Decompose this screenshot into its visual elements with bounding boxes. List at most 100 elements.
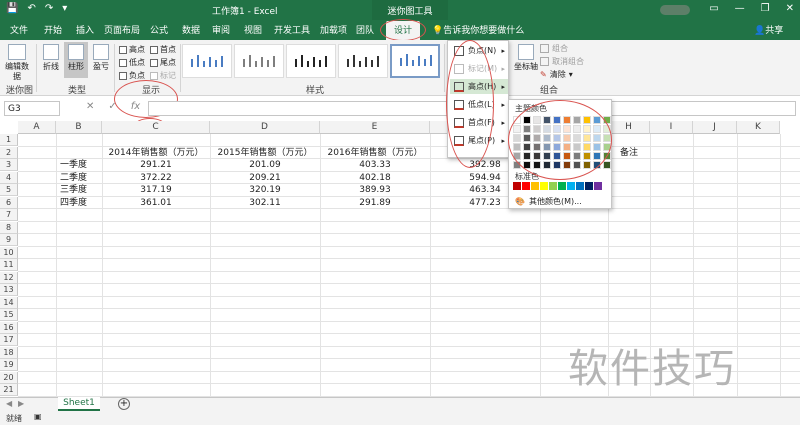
minimize-icon[interactable]: — xyxy=(735,3,745,14)
note-header-cell[interactable]: 备注 xyxy=(608,147,650,159)
standard-color-swatch[interactable] xyxy=(567,182,575,190)
column-header[interactable]: C xyxy=(102,121,210,134)
row-header[interactable]: 8 xyxy=(0,221,18,234)
row-label-cell[interactable]: 四季度 xyxy=(60,197,87,209)
row-header[interactable]: 20 xyxy=(0,371,18,384)
checkbox-low-point[interactable]: 低点 xyxy=(119,57,145,68)
row-header[interactable]: 13 xyxy=(0,284,18,296)
style-swatch-2[interactable] xyxy=(234,44,284,78)
macro-record-icon[interactable]: ▣ xyxy=(34,412,42,421)
row-header[interactable]: 9 xyxy=(0,234,18,246)
column-header[interactable]: I xyxy=(650,121,693,134)
standard-color-swatch[interactable] xyxy=(558,182,566,190)
ungroup-button[interactable]: 取消组合 xyxy=(540,56,584,67)
restore-icon[interactable]: ❐ xyxy=(761,3,770,14)
column-header[interactable]: H xyxy=(608,121,650,134)
column-type-button[interactable]: 柱形 xyxy=(64,42,88,78)
tell-me-search[interactable]: 💡告诉我你想要做什么 xyxy=(432,23,524,36)
row-header[interactable]: 19 xyxy=(0,359,18,371)
tab-home[interactable]: 开始 xyxy=(44,23,62,36)
tab-insert[interactable]: 插入 xyxy=(76,23,94,36)
row-header[interactable]: 10 xyxy=(0,246,18,259)
fx-icon[interactable]: fx xyxy=(131,101,140,116)
row-header[interactable]: 18 xyxy=(0,346,18,359)
cancel-icon[interactable]: ✕ xyxy=(86,101,94,116)
table-cell[interactable]: 201.09 xyxy=(210,159,320,171)
tab-developer[interactable]: 开发工具 xyxy=(274,23,310,36)
standard-color-swatch[interactable] xyxy=(594,182,602,190)
tab-scroll-left-icon[interactable]: ◀ xyxy=(6,399,12,408)
row-header[interactable]: 12 xyxy=(0,271,18,284)
checkbox-last-point[interactable]: 尾点 xyxy=(150,57,176,68)
tab-data[interactable]: 数据 xyxy=(182,23,200,36)
name-box[interactable]: G3 xyxy=(4,101,60,116)
table-cell[interactable]: 291.89 xyxy=(320,197,430,209)
row-header[interactable]: 1 xyxy=(0,134,18,146)
standard-color-swatch[interactable] xyxy=(540,182,548,190)
column-header[interactable]: J xyxy=(693,121,737,134)
table-cell[interactable]: 389.93 xyxy=(320,184,430,196)
winloss-type-button[interactable]: 盈亏 xyxy=(90,44,112,72)
standard-color-swatch[interactable] xyxy=(513,182,521,190)
row-header[interactable]: 6 xyxy=(0,196,18,209)
row-label-cell[interactable]: 三季度 xyxy=(60,184,87,196)
column-header[interactable]: A xyxy=(18,121,56,134)
table-cell[interactable]: 361.01 xyxy=(102,197,210,209)
clear-button[interactable]: ✎ 清除 ▾ xyxy=(540,69,573,80)
column-header[interactable]: K xyxy=(737,121,780,134)
row-header[interactable]: 4 xyxy=(0,171,18,184)
table-cell[interactable]: 402.18 xyxy=(320,172,430,184)
table-cell[interactable]: 372.22 xyxy=(102,172,210,184)
row-header[interactable]: 5 xyxy=(0,184,18,196)
save-icon[interactable]: 💾 xyxy=(6,3,18,14)
sheet-tab-sheet1[interactable]: Sheet1 xyxy=(58,397,100,411)
more-colors-item[interactable]: 🎨 其他颜色(M)... xyxy=(515,196,582,207)
row-label-cell[interactable]: 一季度 xyxy=(60,159,87,171)
standard-color-swatch[interactable] xyxy=(531,182,539,190)
column-header[interactable]: B xyxy=(56,121,102,134)
table-header-cell[interactable]: 2015年销售额（万元） xyxy=(210,147,320,159)
tab-team[interactable]: 团队 xyxy=(356,23,374,36)
standard-color-swatch[interactable] xyxy=(522,182,530,190)
axis-button[interactable]: 坐标轴 xyxy=(512,44,540,72)
table-cell[interactable]: 317.19 xyxy=(102,184,210,196)
checkbox-first-point[interactable]: 首点 xyxy=(150,44,176,55)
color-swatch[interactable] xyxy=(603,161,611,169)
standard-color-swatch[interactable] xyxy=(576,182,584,190)
tab-file[interactable]: 文件 xyxy=(10,23,28,36)
column-header[interactable]: D xyxy=(210,121,320,134)
undo-icon[interactable]: ↶ xyxy=(27,3,35,14)
table-header-cell[interactable]: 2014年销售额（万元） xyxy=(102,147,210,159)
share-button[interactable]: 👤共享 xyxy=(754,23,783,36)
standard-color-swatch[interactable] xyxy=(585,182,593,190)
row-label-cell[interactable]: 二季度 xyxy=(60,172,87,184)
close-icon[interactable]: ✕ xyxy=(786,3,794,14)
redo-icon[interactable]: ↷ xyxy=(45,3,53,14)
checkbox-high-point[interactable]: 高点 xyxy=(119,44,145,55)
standard-color-swatch[interactable] xyxy=(549,182,557,190)
tab-scroll-right-icon[interactable]: ▶ xyxy=(18,399,24,408)
account-avatar[interactable] xyxy=(660,5,690,15)
table-cell[interactable]: 302.11 xyxy=(210,197,320,209)
enter-icon[interactable]: ✓ xyxy=(108,101,116,116)
table-cell[interactable]: 209.21 xyxy=(210,172,320,184)
table-cell[interactable]: 320.19 xyxy=(210,184,320,196)
style-swatch-1[interactable] xyxy=(182,44,232,78)
customize-icon[interactable]: ▾ xyxy=(62,3,67,14)
row-header[interactable]: 15 xyxy=(0,309,18,321)
add-sheet-icon[interactable]: + xyxy=(118,398,130,410)
row-header[interactable]: 7 xyxy=(0,209,18,221)
style-swatch-4[interactable] xyxy=(338,44,388,78)
table-cell[interactable]: 291.21 xyxy=(102,159,210,171)
tab-formulas[interactable]: 公式 xyxy=(150,23,168,36)
tab-view[interactable]: 视图 xyxy=(244,23,262,36)
row-header[interactable]: 14 xyxy=(0,296,18,309)
style-swatch-5[interactable] xyxy=(390,44,440,78)
row-header[interactable]: 2 xyxy=(0,146,18,159)
row-header[interactable]: 17 xyxy=(0,334,18,346)
row-header[interactable]: 21 xyxy=(0,384,18,396)
tab-addins[interactable]: 加载项 xyxy=(320,23,347,36)
row-header[interactable]: 3 xyxy=(0,159,18,171)
group-button[interactable]: 组合 xyxy=(540,43,568,54)
row-header[interactable]: 16 xyxy=(0,321,18,334)
